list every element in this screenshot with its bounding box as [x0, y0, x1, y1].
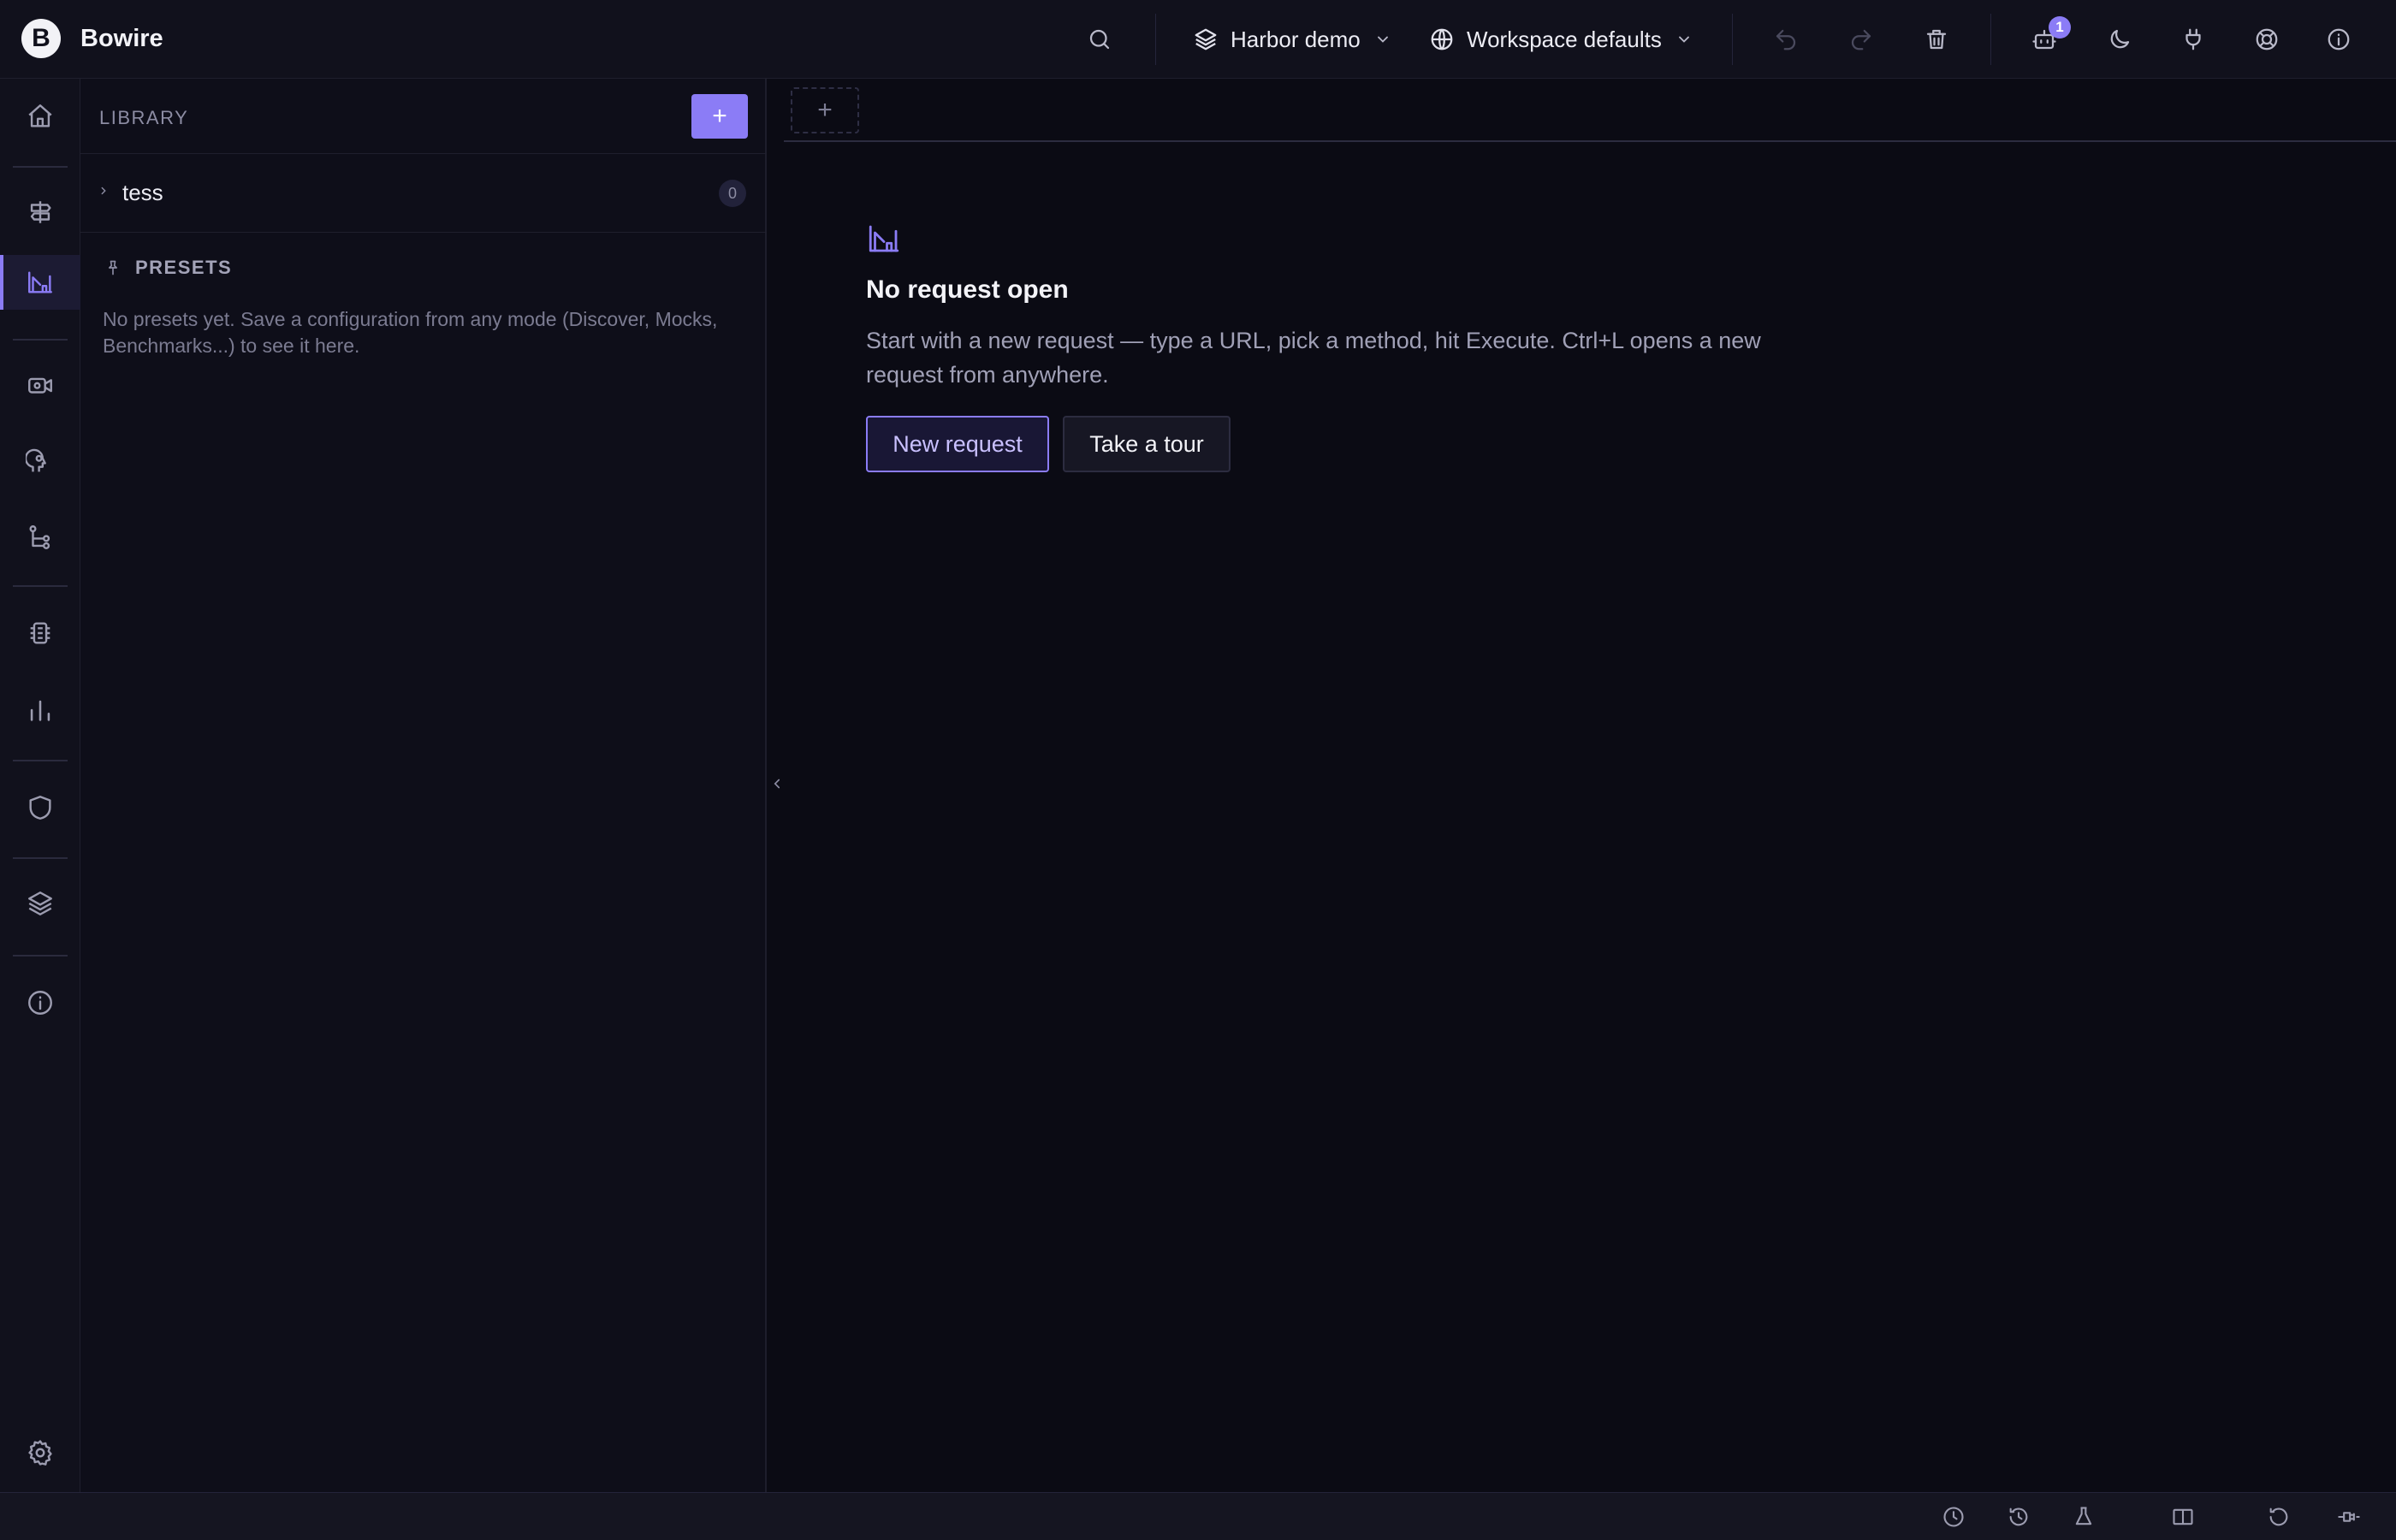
empty-state-description: Start with a new request — type a URL, p… [866, 328, 1761, 388]
globe-icon [1429, 27, 1455, 52]
brain-icon[interactable] [0, 435, 80, 489]
clock-icon[interactable] [1941, 1504, 1966, 1530]
presets-empty-message: No presets yet. Save a configuration fro… [103, 308, 718, 357]
collection-row[interactable]: tess 0 [80, 154, 767, 233]
chevron-right-icon[interactable] [98, 185, 110, 197]
new-tab-button[interactable]: + [791, 87, 859, 133]
bot-icon[interactable]: 1 [2026, 16, 2071, 57]
chart-icon[interactable] [0, 683, 80, 737]
status-bar [0, 1492, 2396, 1540]
signpost-icon[interactable] [0, 185, 80, 240]
layers-icon[interactable] [0, 876, 80, 931]
divider [13, 585, 68, 587]
info-icon[interactable] [0, 975, 80, 1030]
notification-badge: 1 [2049, 16, 2071, 38]
add-collection-button[interactable]: + [691, 94, 748, 139]
undo-icon[interactable] [1768, 21, 1804, 57]
empty-state-title: No request open [866, 275, 1069, 304]
plug-disconnect-icon[interactable] [2336, 1504, 2362, 1530]
collection-count-badge: 0 [719, 180, 746, 207]
environment-label: Workspace defaults [1467, 26, 1662, 52]
chevron-down-icon [1675, 31, 1693, 48]
environment-select[interactable]: Workspace defaults [1429, 21, 1693, 58]
workbench-icon[interactable] [0, 255, 80, 310]
presets-title: PRESETS [135, 257, 233, 278]
divider [1155, 14, 1156, 65]
history-icon[interactable] [2006, 1504, 2031, 1530]
divider [1990, 14, 1991, 65]
divider [13, 339, 68, 341]
collection-name: tess [122, 180, 163, 205]
library-sidebar: LIBRARY + tess 0 PRESETS No presets yet.… [80, 79, 767, 1492]
divider [13, 955, 68, 957]
plug-icon[interactable] [2175, 21, 2211, 57]
divider [13, 166, 68, 168]
layers-icon [1193, 27, 1219, 52]
collapse-sidebar-button[interactable] [767, 770, 787, 797]
workspace-select[interactable]: Harbor demo [1193, 21, 1391, 58]
gear-icon[interactable] [0, 1425, 80, 1480]
request-tab-strip: + [784, 79, 2396, 142]
shield-icon[interactable] [0, 780, 80, 835]
trash-icon[interactable] [1919, 21, 1954, 57]
flask-icon[interactable] [2071, 1504, 2096, 1530]
divider [13, 857, 68, 859]
chip-icon[interactable] [0, 606, 80, 660]
brand[interactable]: B Bowire [21, 19, 163, 58]
divider [13, 760, 68, 761]
split-view-icon[interactable] [2170, 1504, 2196, 1530]
recorder-icon[interactable] [0, 358, 80, 412]
workbench-icon [866, 221, 902, 257]
reset-icon[interactable] [2266, 1504, 2292, 1530]
moon-icon[interactable] [2102, 21, 2138, 57]
pin-icon [104, 259, 122, 276]
app-name: Bowire [80, 24, 163, 52]
home-icon[interactable] [0, 89, 80, 144]
library-title: LIBRARY [99, 107, 189, 128]
app-logo: B [21, 19, 61, 58]
redo-icon[interactable] [1843, 21, 1879, 57]
top-bar: B Bowire Harbor demo Workspace defaults [0, 0, 2396, 79]
divider [1732, 14, 1733, 65]
workspace-label: Harbor demo [1231, 26, 1361, 52]
lifebuoy-icon[interactable] [2249, 21, 2285, 57]
info-icon[interactable] [2321, 21, 2357, 57]
new-request-button[interactable]: New request [866, 416, 1049, 472]
take-tour-button[interactable]: Take a tour [1063, 416, 1231, 472]
chevron-down-icon [1374, 31, 1391, 48]
activity-rail [0, 79, 80, 1492]
flow-icon[interactable] [0, 510, 80, 565]
presets-header: PRESETS [104, 257, 232, 279]
search-icon[interactable] [1082, 21, 1118, 57]
library-header: LIBRARY + [80, 79, 767, 154]
